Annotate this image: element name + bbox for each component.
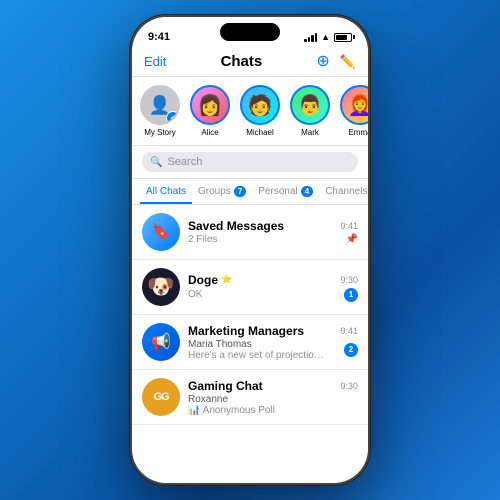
- story-label-emma: Emma: [348, 128, 368, 137]
- story-label-my-story: My Story: [144, 128, 176, 137]
- chat-bottom-row-marketing: Maria Thomas Here's a new set of project…: [188, 339, 358, 361]
- signal-bars-icon: [304, 33, 317, 42]
- chat-content-saved-messages: Saved Messages 9:41 2 Files 📌: [188, 219, 358, 245]
- search-bar: 🔍 Search: [132, 146, 368, 179]
- tabs-row: All Chats Groups 7 Personal 4 Channels B: [132, 179, 368, 205]
- page-title: Chats: [221, 53, 263, 70]
- battery-icon: [334, 33, 352, 42]
- story-avatar-my-story: 👤 +: [140, 85, 180, 125]
- tab-channels[interactable]: Channels: [319, 179, 368, 204]
- chat-name-saved-messages: Saved Messages: [188, 219, 284, 233]
- chat-content-gaming: Gaming Chat 9:30 Roxanne 📊 Anonymous Pol…: [188, 379, 358, 416]
- search-input-wrap[interactable]: 🔍 Search: [142, 152, 358, 172]
- tab-all-chats-label: All Chats: [146, 186, 186, 197]
- star-icon-doge: ⭐: [221, 274, 232, 285]
- chat-avatar-marketing: 📢: [142, 323, 180, 361]
- chat-content-doge: Doge ⭐ 9:30 OK 1: [188, 273, 358, 302]
- chat-item-doge[interactable]: 🐶 Doge ⭐ 9:30 OK 1: [132, 260, 368, 315]
- chat-badge-marketing: 2: [344, 343, 358, 357]
- story-avatar-mark: 👨: [290, 85, 330, 125]
- chat-time-doge: 9:30: [340, 275, 358, 285]
- wifi-icon: ▲: [321, 32, 330, 42]
- story-label-mark: Mark: [301, 128, 319, 137]
- chat-time-marketing: 9:41: [340, 326, 358, 336]
- nav-actions: ⊕ ✏️: [316, 54, 356, 70]
- chat-preview-saved-messages: 2 Files: [188, 234, 217, 245]
- story-item-michael[interactable]: 🧑 Michael: [240, 85, 280, 137]
- status-icons: ▲: [304, 32, 352, 42]
- stories-row: 👤 + My Story 👩 Alice 🧑: [132, 77, 368, 146]
- chat-top-row-marketing: Marketing Managers 9:41: [188, 324, 358, 338]
- status-bar: 9:41 ▲: [132, 17, 368, 49]
- chat-top-row-doge: Doge ⭐ 9:30: [188, 273, 358, 287]
- chat-name-marketing: Marketing Managers: [188, 324, 304, 338]
- story-item-mark[interactable]: 👨 Mark: [290, 85, 330, 137]
- story-avatar-michael: 🧑: [240, 85, 280, 125]
- tab-channels-label: Channels: [325, 186, 367, 197]
- tab-personal-label: Personal: [258, 186, 297, 197]
- add-chat-icon[interactable]: ⊕: [316, 54, 329, 70]
- chat-sender-marketing: Maria Thomas: [188, 339, 328, 350]
- chat-avatar-doge: 🐶: [142, 268, 180, 306]
- chat-sender-gaming: Roxanne: [188, 394, 275, 405]
- story-item-emma[interactable]: 👩‍🦰 Emma: [340, 85, 368, 137]
- story-item-alice[interactable]: 👩 Alice: [190, 85, 230, 137]
- chat-avatar-gaming: GG: [142, 378, 180, 416]
- gaming-avatar-text: GG: [153, 391, 168, 403]
- search-icon: 🔍: [150, 157, 162, 168]
- chat-top-row-saved: Saved Messages 9:41: [188, 219, 358, 233]
- tab-personal[interactable]: Personal 4: [252, 179, 319, 204]
- story-label-alice: Alice: [201, 128, 218, 137]
- chat-content-marketing: Marketing Managers 9:41 Maria Thomas Her…: [188, 324, 358, 361]
- chat-badge-doge: 1: [344, 288, 358, 302]
- pin-icon-saved: 📌: [346, 234, 358, 245]
- phone-screen: 9:41 ▲ Edit Chats ⊕ ✏️: [132, 17, 368, 483]
- chat-bottom-row-doge: OK 1: [188, 288, 358, 302]
- nav-bar: Edit Chats ⊕ ✏️: [132, 49, 368, 77]
- story-avatar-alice: 👩: [190, 85, 230, 125]
- chat-list: 🔖 Saved Messages 9:41 2 Files 📌: [132, 205, 368, 483]
- chat-time-gaming: 9:30: [340, 381, 358, 391]
- search-placeholder: Search: [167, 156, 202, 168]
- edit-button[interactable]: Edit: [144, 54, 166, 69]
- chat-name-doge: Doge ⭐: [188, 273, 232, 287]
- tab-groups-label: Groups: [198, 186, 231, 197]
- phone-frame: 9:41 ▲ Edit Chats ⊕ ✏️: [130, 15, 370, 485]
- dynamic-island: [220, 23, 280, 41]
- chat-preview-gaming: 📊 Anonymous Poll: [188, 405, 275, 416]
- chat-item-marketing[interactable]: 📢 Marketing Managers 9:41 Maria Thomas H…: [132, 315, 368, 370]
- battery-fill: [336, 35, 347, 40]
- tab-all-chats[interactable]: All Chats: [140, 179, 192, 204]
- tab-groups-badge: 7: [234, 186, 246, 197]
- chat-bottom-row-saved: 2 Files 📌: [188, 234, 358, 245]
- chat-bottom-row-gaming: Roxanne 📊 Anonymous Poll: [188, 394, 358, 416]
- status-time: 9:41: [148, 31, 170, 43]
- chat-top-row-gaming: Gaming Chat 9:30: [188, 379, 358, 393]
- story-label-michael: Michael: [246, 128, 274, 137]
- add-story-badge: +: [166, 111, 180, 125]
- chat-item-saved-messages[interactable]: 🔖 Saved Messages 9:41 2 Files 📌: [132, 205, 368, 260]
- chat-name-gaming: Gaming Chat: [188, 379, 263, 393]
- phone-wrapper: 9:41 ▲ Edit Chats ⊕ ✏️: [130, 15, 370, 485]
- story-item-my-story[interactable]: 👤 + My Story: [140, 85, 180, 137]
- compose-icon[interactable]: ✏️: [340, 55, 356, 68]
- tab-groups[interactable]: Groups 7: [192, 179, 252, 204]
- chat-time-saved-messages: 9:41: [340, 221, 358, 231]
- chat-item-gaming[interactable]: GG Gaming Chat 9:30 Roxanne 📊 Anonymous …: [132, 370, 368, 425]
- story-avatar-emma: 👩‍🦰: [340, 85, 368, 125]
- chat-preview-doge: OK: [188, 289, 202, 300]
- tab-personal-badge: 4: [301, 186, 313, 197]
- chat-avatar-saved-messages: 🔖: [142, 213, 180, 251]
- chat-preview-marketing: Here's a new set of projections for the.…: [188, 350, 328, 361]
